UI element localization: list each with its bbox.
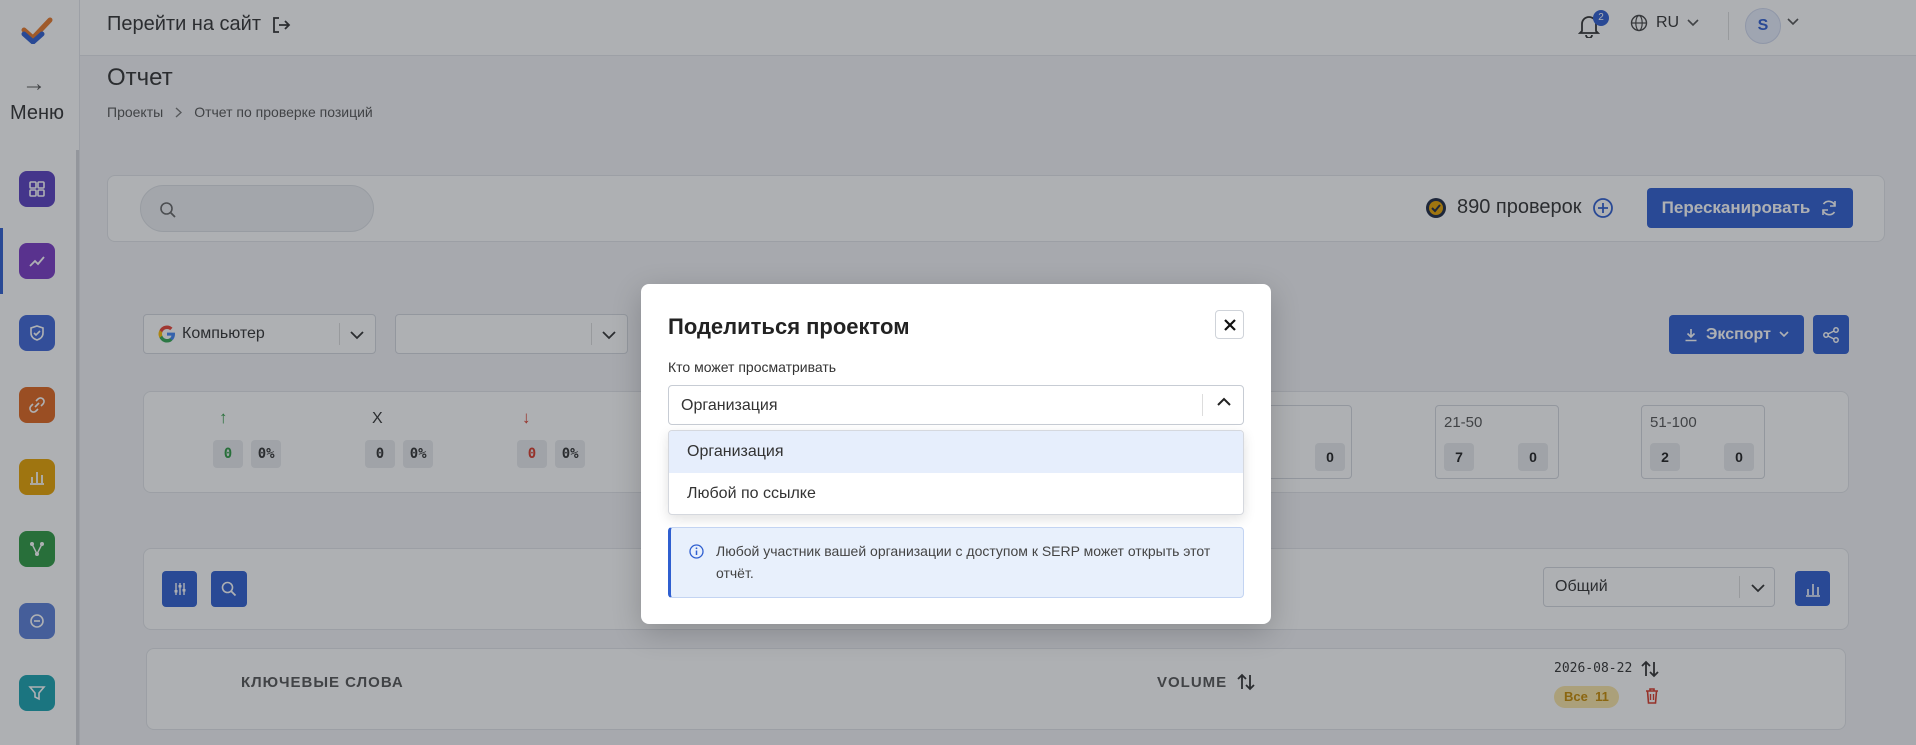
close-button[interactable] — [1215, 310, 1244, 339]
visibility-select-value: Организация — [681, 397, 778, 414]
visibility-select[interactable]: Организация — [668, 385, 1244, 425]
modal-title: Поделиться проектом — [668, 314, 910, 339]
visibility-label: Кто может просматривать — [668, 359, 837, 375]
visibility-dropdown: Организация Любой по ссылке — [668, 430, 1244, 515]
share-project-modal: Поделиться проектом Кто может просматрив… — [641, 284, 1271, 624]
option-anyone-with-link[interactable]: Любой по ссылке — [669, 473, 1243, 514]
select-separator — [1202, 394, 1203, 416]
chevron-up-icon — [1217, 397, 1231, 406]
info-text: Любой участник вашей организации с досту… — [716, 543, 1211, 581]
info-alert: Любой участник вашей организации с досту… — [668, 527, 1244, 598]
close-icon — [1223, 318, 1236, 331]
option-organization[interactable]: Организация — [669, 431, 1243, 473]
info-icon — [689, 544, 704, 559]
